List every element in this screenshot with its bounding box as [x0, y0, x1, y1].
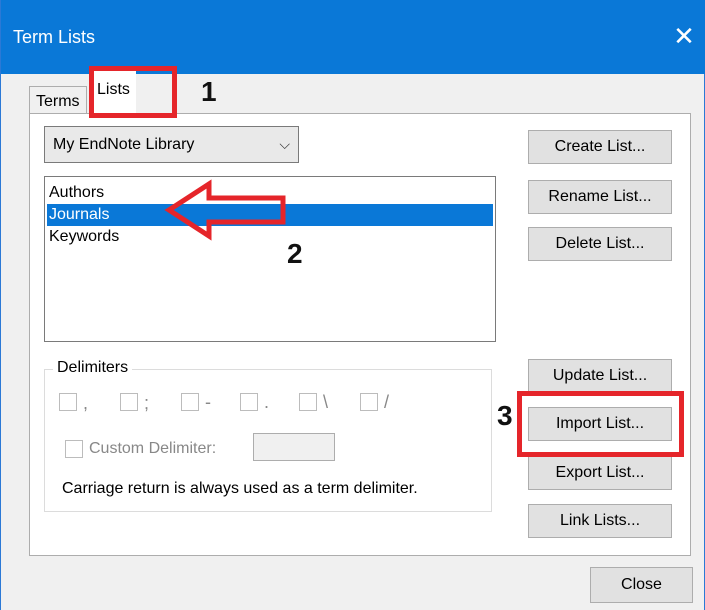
delimiter-backslash-label: \: [323, 392, 329, 412]
delimiter-period-checkbox[interactable]: [240, 393, 258, 411]
annotation-step-1: 1: [201, 76, 217, 107]
delimiters-legend: Delimiters: [53, 359, 133, 377]
annotation-arrow-icon: [164, 179, 286, 241]
library-select-value: My EndNote Library: [53, 136, 195, 153]
update-list-button[interactable]: Update List...: [528, 359, 672, 393]
term-lists-dialog: Term Lists ✕ Terms Lists 1 My EndNote Li…: [0, 0, 705, 610]
window-title: Term Lists: [13, 27, 96, 47]
title-bar: Term Lists ✕: [1, 0, 705, 74]
rename-list-button[interactable]: Rename List...: [528, 180, 672, 214]
annotation-step-2: 2: [287, 238, 303, 269]
list-item-authors[interactable]: Authors: [47, 182, 104, 204]
delimiter-slash-checkbox[interactable]: [360, 393, 378, 411]
tab-terms[interactable]: Terms: [29, 86, 87, 116]
create-list-button[interactable]: Create List...: [528, 130, 672, 164]
import-list-button[interactable]: Import List...: [528, 407, 672, 441]
close-icon[interactable]: ✕: [670, 22, 698, 50]
custom-delimiter-checkbox[interactable]: [65, 440, 83, 458]
delimiter-slash-label: /: [384, 392, 390, 412]
delimiter-dash-label: -: [205, 392, 211, 412]
delimiter-comma-checkbox[interactable]: [59, 393, 77, 411]
annotation-step-3: 3: [497, 400, 513, 431]
delimiter-comma-label: ,: [83, 393, 89, 413]
close-button[interactable]: Close: [590, 567, 693, 603]
delimiter-period-label: .: [264, 392, 270, 412]
custom-delimiter-label: Custom Delimiter:: [89, 440, 217, 457]
delimiter-dash-checkbox[interactable]: [181, 393, 199, 411]
export-list-button[interactable]: Export List...: [528, 456, 672, 490]
custom-delimiter-field[interactable]: [253, 433, 335, 461]
chevron-down-icon: ⌵: [279, 136, 290, 152]
library-select[interactable]: My EndNote Library ⌵: [44, 126, 299, 163]
delete-list-button[interactable]: Delete List...: [528, 227, 672, 261]
delimiter-semicolon-checkbox[interactable]: [120, 393, 138, 411]
delimiter-backslash-checkbox[interactable]: [299, 393, 317, 411]
list-item-keywords[interactable]: Keywords: [47, 226, 119, 248]
delimiter-note: Carriage return is always used as a term…: [62, 480, 418, 497]
tab-lists[interactable]: Lists: [91, 68, 136, 116]
link-lists-button[interactable]: Link Lists...: [528, 504, 672, 538]
delimiter-semicolon-label: ;: [144, 393, 150, 413]
